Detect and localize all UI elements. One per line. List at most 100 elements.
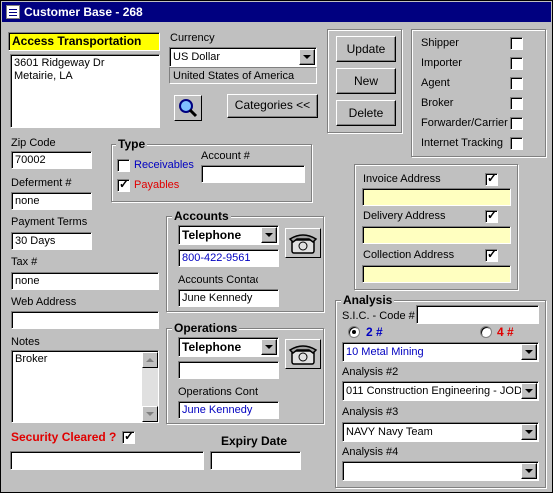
internet-tracking-checkbox[interactable] [510, 137, 523, 150]
payables-label: Payables [134, 179, 180, 191]
new-button-label: New [353, 74, 378, 88]
deferment-field[interactable]: none [11, 192, 92, 210]
delivery-address-field[interactable] [362, 226, 511, 244]
receivables-label: Receivables [134, 159, 194, 171]
currency-select[interactable]: US Dollar [169, 47, 317, 67]
chevron-down-icon[interactable] [521, 344, 537, 360]
accounts-method-value: Telephone [182, 228, 242, 242]
analysis-2-label: 2 # [366, 325, 383, 339]
tax-label: Tax # [11, 256, 38, 268]
type-group-title: Type [116, 137, 148, 151]
analysis-4-select[interactable] [342, 461, 539, 481]
role-label-agent: Agent [421, 77, 450, 89]
chevron-down-icon[interactable] [521, 424, 537, 440]
title-bar: Customer Base - 268 [2, 2, 551, 22]
country-field: United States of America [169, 67, 317, 84]
invoice-address-label: Invoice Address [363, 173, 441, 185]
analysis-4-select-label: Analysis #4 [342, 446, 399, 458]
search-button[interactable] [174, 95, 202, 121]
analysis-3-select[interactable]: NAVY Navy Team [342, 422, 539, 442]
analysis-2-value: 011 Construction Engineering - JOD [346, 385, 522, 397]
broker-checkbox[interactable] [510, 97, 523, 110]
operations-telephone-button[interactable] [285, 339, 321, 369]
telephone-icon [288, 234, 318, 254]
analysis-1-value: 10 Metal Mining [346, 346, 424, 358]
chevron-down-icon[interactable] [521, 383, 537, 399]
invoice-address-checkbox[interactable] [485, 171, 498, 186]
invoice-address-field[interactable] [362, 188, 511, 206]
operations-contact-label: Operations Conta [178, 386, 258, 398]
account-number-label: Account # [201, 150, 250, 162]
analysis-4-radio[interactable] [480, 326, 492, 338]
web-address-label: Web Address [11, 296, 77, 308]
expiry-date-field[interactable] [210, 451, 301, 470]
notes-label: Notes [11, 336, 40, 348]
web-address-field[interactable] [11, 311, 159, 329]
accounts-group-title: Accounts [172, 209, 231, 223]
categories-button-label: Categories << [234, 98, 311, 112]
operations-method-select[interactable]: Telephone [178, 337, 279, 357]
role-label-forwarder: Forwarder/Carrier [421, 117, 508, 129]
categories-button[interactable]: Categories << [227, 94, 318, 118]
accounts-method-select[interactable]: Telephone [178, 225, 279, 245]
sic-code-label: S.I.C. - Code # [342, 310, 415, 322]
analysis-3-value: NAVY Navy Team [346, 426, 433, 438]
collection-address-field[interactable] [362, 265, 511, 283]
operations-contact-field[interactable]: June Kennedy [178, 401, 279, 419]
scroll-down-icon[interactable] [142, 406, 158, 422]
analysis-2-select[interactable]: 011 Construction Engineering - JOD [342, 381, 539, 401]
importer-checkbox[interactable] [510, 57, 523, 70]
collection-address-label: Collection Address [363, 249, 455, 261]
chevron-down-icon[interactable] [521, 463, 537, 479]
accounts-contact-field[interactable]: June Kennedy [178, 289, 279, 307]
role-label-importer: Importer [421, 57, 462, 69]
customer-name-field[interactable]: Access Transportation [8, 32, 160, 51]
delivery-address-checkbox[interactable] [485, 208, 498, 223]
analysis-1-select[interactable]: 10 Metal Mining [342, 342, 539, 362]
address-line-1: 3601 Ridgeway Dr [14, 57, 105, 69]
agent-checkbox[interactable] [510, 77, 523, 90]
analysis-group-title: Analysis [341, 293, 395, 307]
payment-terms-label: Payment Terms [11, 216, 88, 228]
notes-field[interactable]: Broker [11, 350, 159, 423]
tax-field[interactable]: none [11, 272, 159, 290]
update-button-label: Update [346, 42, 386, 56]
expiry-date-label: Expiry Date [221, 434, 288, 448]
role-label-broker: Broker [421, 97, 454, 109]
delete-button[interactable]: Delete [336, 100, 396, 126]
security-cleared-field[interactable] [10, 451, 204, 470]
role-label-internet-tracking: Internet Tracking [421, 137, 503, 149]
magnifier-icon [179, 99, 198, 118]
account-number-field[interactable] [201, 165, 305, 183]
shipper-checkbox[interactable] [510, 37, 523, 50]
accounts-telephone-button[interactable] [285, 228, 321, 258]
security-cleared-checkbox[interactable] [122, 429, 135, 444]
window-title: Customer Base - 268 [24, 5, 143, 19]
currency-value: US Dollar [173, 51, 221, 63]
forwarder-checkbox[interactable] [510, 117, 523, 130]
zip-field[interactable]: 70002 [11, 151, 92, 169]
accounts-phone-field[interactable]: 800-422-9561 [178, 249, 279, 267]
scroll-up-icon[interactable] [142, 352, 158, 368]
operations-phone-field[interactable] [178, 361, 279, 379]
payables-checkbox[interactable] [117, 177, 130, 192]
analysis-2-radio[interactable] [348, 326, 360, 338]
chevron-down-icon[interactable] [299, 49, 315, 65]
sic-code-field[interactable] [416, 305, 539, 324]
collection-address-checkbox[interactable] [485, 247, 498, 262]
currency-label: Currency [170, 32, 215, 44]
payment-terms-field[interactable]: 30 Days [11, 232, 92, 250]
chevron-down-icon[interactable] [261, 339, 277, 355]
analysis-2-select-label: Analysis #2 [342, 366, 399, 378]
customer-address-field[interactable]: 3601 Ridgeway Dr Metairie, LA [10, 54, 160, 128]
notes-scrollbar[interactable] [142, 352, 158, 422]
new-button[interactable]: New [336, 68, 396, 94]
telephone-icon [288, 345, 318, 365]
security-cleared-label: Security Cleared ? [11, 430, 117, 444]
deferment-label: Deferment # [11, 177, 72, 189]
update-button[interactable]: Update [336, 36, 396, 62]
chevron-down-icon[interactable] [261, 227, 277, 243]
zip-label: Zip Code [11, 137, 56, 149]
receivables-checkbox[interactable] [117, 159, 130, 172]
delete-button-label: Delete [348, 106, 384, 120]
